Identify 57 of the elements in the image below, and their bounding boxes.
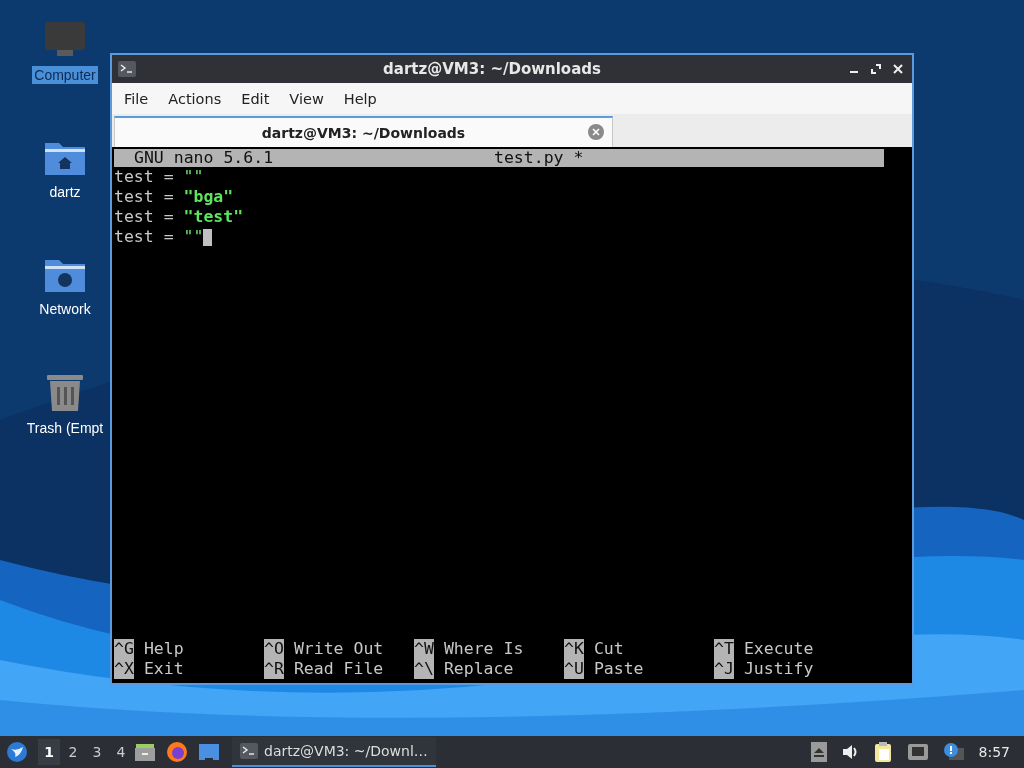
shortcut-label: Read File [293,659,384,679]
file-cabinet-icon[interactable] [134,742,156,762]
menu-item[interactable]: View [279,90,334,107]
eject-icon[interactable] [810,742,827,762]
maximize-icon[interactable] [870,63,882,75]
menu-item[interactable]: Edit [231,90,280,107]
shortcut-label: Exit [143,659,184,679]
close-icon[interactable] [892,63,904,75]
shortcut-key: ^K [564,639,584,659]
shortcut-label: Justify [743,659,814,679]
network-icon[interactable] [906,743,929,761]
desktop-icon-label[interactable]: dartz [47,183,83,201]
shortcut-key: ^T [714,639,734,659]
browser-icon[interactable] [166,741,188,763]
shortcut-label: Where Is [443,639,524,659]
clipboard-icon[interactable] [872,741,893,763]
clock[interactable]: 8:57 [978,744,1010,760]
notification-icon[interactable] [942,742,965,762]
desktop-icon-label[interactable]: Network [37,300,93,318]
shortcut-key: ^W [414,639,434,659]
shortcut-label: Write Out [293,639,384,659]
shortcut-key: ^G [114,639,134,659]
volume-icon[interactable] [840,743,859,761]
shortcut-label: Cut [593,639,624,659]
menu-item[interactable]: Help [333,90,387,107]
code-line: test = "" [114,227,204,247]
code-line: test = "" [114,167,204,187]
close-tab-icon[interactable] [588,124,604,140]
shortcut-key: ^R [264,659,284,679]
desktop-icon-label[interactable]: Trash (Empt [24,419,106,437]
shortcut-key: ^O [264,639,284,659]
show-desktop-icon[interactable] [198,743,220,761]
code-line: test = "bga" [114,187,234,207]
shortcut-label: Paste [593,659,644,679]
workspace-button[interactable]: 1 [38,739,60,765]
workspace-button[interactable]: 3 [86,739,108,765]
shortcut-key: ^\ [414,659,434,679]
shortcut-key: ^X [114,659,134,679]
nano-version: GNU nano 5.6.1 [133,149,275,167]
shortcut-label: Replace [443,659,514,679]
shortcut-label: Execute [743,639,814,659]
menu-item[interactable]: Actions [158,90,232,107]
shortcut-key: ^J [714,659,734,679]
workspace-button[interactable]: 2 [62,739,84,765]
terminal-icon [240,743,258,759]
desktop-icon-label[interactable]: Computer [32,66,98,84]
task-button[interactable]: dartz@VM3: ~/Downl… [232,737,436,767]
file-name: test.py * [494,149,584,167]
shortcut-label: Help [143,639,184,659]
menu-item[interactable]: File [114,90,159,107]
terminal-tab[interactable]: dartz@VM3: ~/Downloads [114,116,613,147]
window-title: dartz@VM3: ~/Downloads [382,60,602,78]
terminal-icon [118,61,136,77]
start-menu-icon[interactable] [6,741,28,763]
code-line: test = "test" [114,207,244,227]
shortcut-key: ^U [564,659,584,679]
workspace-button[interactable]: 4 [110,739,132,765]
